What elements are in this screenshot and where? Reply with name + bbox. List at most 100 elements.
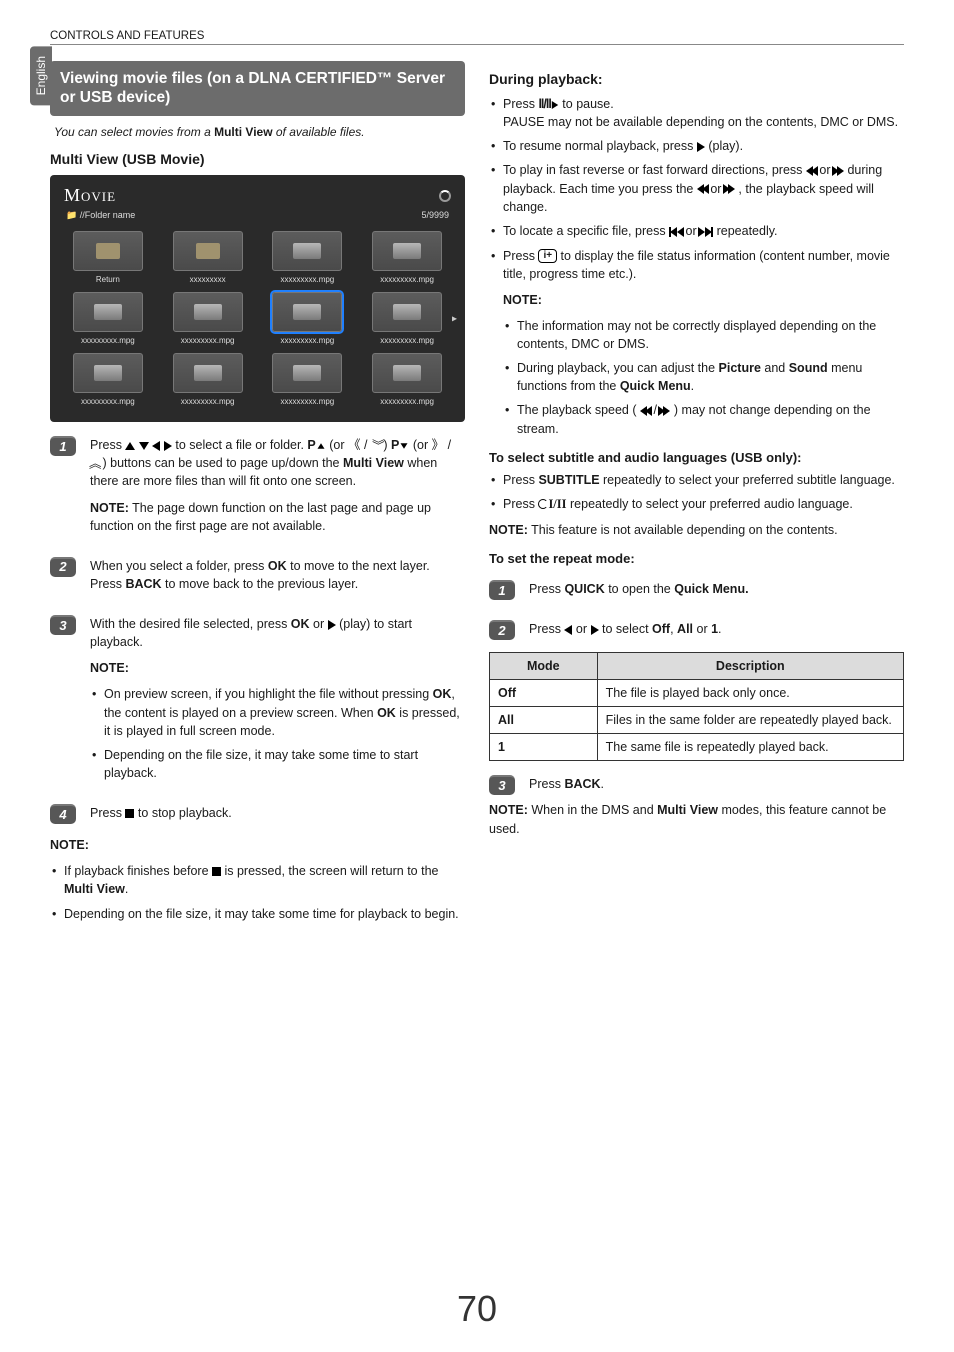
thumbnail-label: xxxxxxxxx.mpg — [380, 275, 434, 284]
thumbnail-label: xxxxxxxxx.mpg — [280, 397, 334, 406]
during-playback-heading: During playback: — [489, 71, 904, 87]
header-section: CONTROLS AND FEATURES — [50, 30, 204, 42]
note-label: NOTE: — [90, 659, 465, 677]
list-item: Press I/II repeatedly to select your pre… — [489, 495, 904, 513]
page-up-simple-icon — [317, 443, 324, 449]
thumbnail-file[interactable]: xxxxxxxxx.mpg — [62, 353, 154, 406]
caption-bold: Multi View — [214, 125, 272, 139]
thumbnail-file[interactable]: xxxxxxxxx.mpg — [62, 292, 154, 345]
thumbnail-file[interactable]: xxxxxxxxx.mpg — [361, 231, 453, 284]
multi-view-heading: Multi View (USB Movie) — [50, 151, 465, 167]
step-3-body: With the desired file selected, press OK… — [90, 615, 465, 790]
thumbnail-file[interactable]: xxxxxxxxx.mpg — [361, 292, 453, 345]
note-label: NOTE: — [50, 836, 465, 854]
thumbnail-file[interactable]: xxxxxxxxx.mpg — [162, 353, 254, 406]
table-row: OffThe file is played back only once. — [490, 680, 904, 707]
desc-cell: Files in the same folder are repeatedly … — [597, 707, 903, 734]
mode-cell: Off — [490, 680, 598, 707]
language-tab: English — [30, 46, 52, 105]
section-caption: You can select movies from a Multi View … — [54, 124, 461, 141]
audio-cycle-icon — [538, 499, 548, 509]
page-number: 70 — [0, 1288, 954, 1330]
thumbnail-label: xxxxxxxxx.mpg — [181, 397, 235, 406]
info-button-icon: i+ — [538, 249, 557, 263]
play-icon — [328, 620, 336, 630]
up-icon — [125, 442, 135, 450]
step-badge-1: 1 — [50, 436, 76, 456]
thumbnail-folder[interactable]: xxxxxxxxx — [162, 231, 254, 284]
list-item: The playback speed ( / ) may not change … — [503, 401, 904, 437]
subtitle-audio-heading: To select subtitle and audio languages (… — [489, 450, 904, 465]
list-item: If playback finishes before is pressed, … — [50, 862, 465, 898]
stop-icon — [125, 809, 134, 818]
thumbnail-folder[interactable]: Return — [62, 231, 154, 284]
thumbnail-label: xxxxxxxxx.mpg — [280, 275, 334, 284]
step-4-body: Press to stop playback. — [90, 804, 465, 830]
thumbnail-label: xxxxxxxxx.mpg — [181, 336, 235, 345]
thumbnail-file[interactable]: xxxxxxxxx.mpg — [162, 292, 254, 345]
thumbnail-image — [173, 353, 243, 393]
step-badge-1: 1 — [489, 580, 515, 600]
step-badge-2: 2 — [489, 620, 515, 640]
header-bar: CONTROLS AND FEATURES — [50, 30, 904, 45]
table-header-desc: Description — [597, 653, 903, 680]
list-item: On preview screen, if you highlight the … — [90, 685, 465, 739]
rewind-icon — [697, 182, 707, 196]
folder-path: 📁 //Folder name — [66, 210, 135, 221]
thumbnail-file[interactable]: xxxxxxxxx.mpg — [262, 231, 354, 284]
thumbnail-label: xxxxxxxxx.mpg — [380, 336, 434, 345]
repeat-step-3: Press BACK. — [529, 775, 904, 801]
thumbnail-file[interactable]: xxxxxxxxx.mpg — [262, 353, 354, 406]
right-icon — [591, 625, 599, 635]
note-label: NOTE: — [489, 523, 528, 537]
caption-pre: You can select movies from a — [54, 125, 214, 139]
stop-icon — [212, 867, 221, 876]
repeat-step-1: Press QUICK to open the Quick Menu. — [529, 580, 904, 606]
table-header-mode: Mode — [490, 653, 598, 680]
movie-multi-view: Movie 📁 //Folder name 5/9999 Returnxxxxx… — [50, 175, 465, 422]
repeat-step-2: Press or to select Off, All or 1. — [529, 620, 904, 646]
thumbnail-image — [173, 231, 243, 271]
page-down-simple-icon — [401, 443, 408, 449]
down-icon — [139, 442, 149, 450]
fast-forward-icon — [834, 163, 844, 177]
loading-spinner-icon — [439, 190, 451, 202]
rewind-icon — [640, 403, 650, 417]
thumbnail-image — [73, 292, 143, 332]
thumbnail-grid: Return xxxxxxxxx xxxxxxxxx.mpg xxxxxxxxx.mp… — [60, 227, 455, 410]
list-item: To locate a specific file, press or repe… — [489, 222, 904, 241]
thumbnail-label: xxxxxxxxx.mpg — [81, 336, 135, 345]
skip-back-icon — [669, 222, 682, 240]
pause-step-icon: ll/ll — [538, 95, 550, 113]
thumbnail-image — [272, 353, 342, 393]
section-title: Viewing movie files (on a DLNA CERTIFIED… — [50, 61, 465, 116]
fast-forward-icon — [660, 403, 670, 417]
list-item: Depending on the file size, it may take … — [50, 905, 465, 923]
list-item: Press i+ to display the file status info… — [489, 247, 904, 283]
note-paragraph: NOTE: This feature is not available depe… — [489, 521, 904, 539]
thumbnail-image — [73, 353, 143, 393]
thumbnail-file[interactable]: xxxxxxxxx.mpg — [361, 353, 453, 406]
left-icon — [152, 441, 160, 451]
table-row: 1The same file is repeatedly played back… — [490, 734, 904, 761]
item-count: 5/9999 — [421, 210, 449, 221]
table-row: AllFiles in the same folder are repeated… — [490, 707, 904, 734]
repeat-mode-heading: To set the repeat mode: — [489, 551, 904, 566]
caption-post: of available files. — [273, 125, 365, 139]
thumbnail-label: xxxxxxxxx — [190, 275, 226, 284]
desc-cell: The file is played back only once. — [597, 680, 903, 707]
step-1-body: Press to select a file or folder. P (or … — [90, 436, 465, 543]
thumbnail-image — [272, 292, 342, 332]
step-badge-2: 2 — [50, 557, 76, 577]
audio-track-icon: I/II — [548, 495, 566, 513]
thumbnail-label: xxxxxxxxx.mpg — [280, 336, 334, 345]
thumbnail-file[interactable]: xxxxxxxxx.mpg — [262, 292, 354, 345]
step-badge-3: 3 — [489, 775, 515, 795]
rewind-icon — [806, 163, 816, 177]
page-up-chevron-icon: 《 / 》 — [348, 438, 383, 452]
thumbnail-image — [73, 231, 143, 271]
scroll-right-icon[interactable]: ▸ — [452, 313, 457, 324]
mode-cell: All — [490, 707, 598, 734]
mode-cell: 1 — [490, 734, 598, 761]
thumbnail-label: xxxxxxxxx.mpg — [81, 397, 135, 406]
